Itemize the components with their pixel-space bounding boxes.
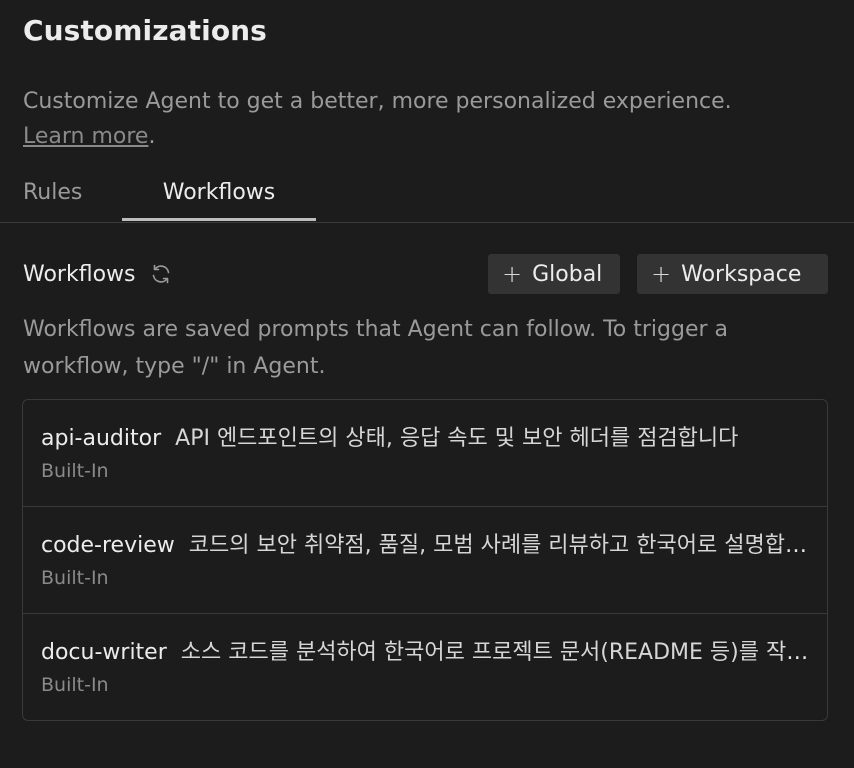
add-global-workflow-button[interactable]: + Global bbox=[488, 254, 620, 294]
workflow-item-api-auditor[interactable]: api-auditor API 엔드포인트의 상태, 응답 속도 및 보안 헤더를… bbox=[23, 400, 827, 507]
workflow-description: API 엔드포인트의 상태, 응답 속도 및 보안 헤더를 점검합니다 bbox=[175, 426, 739, 451]
plus-icon: + bbox=[502, 260, 523, 288]
section-title: Workflows bbox=[23, 261, 136, 287]
workflows-section-header: Workflows bbox=[23, 254, 173, 294]
workflow-tag: Built-In bbox=[41, 567, 109, 589]
workflow-tag: Built-In bbox=[41, 460, 109, 482]
learn-more-suffix: . bbox=[148, 124, 156, 149]
workflow-item-docu-writer[interactable]: docu-writer 소스 코드를 분석하여 한국어로 프로젝트 문서(READ… bbox=[23, 614, 827, 720]
workflow-description: 코드의 보안 취약점, 품질, 모범 사례를 리뷰하고 한국어로 설명합니다 bbox=[188, 533, 811, 558]
learn-more-link[interactable]: Learn more bbox=[23, 124, 148, 149]
plus-icon: + bbox=[651, 260, 672, 288]
workflow-list: api-auditor API 엔드포인트의 상태, 응답 속도 및 보안 헤더를… bbox=[22, 399, 828, 721]
page-title: Customizations bbox=[23, 14, 267, 47]
add-workspace-workflow-button[interactable]: + Workspace bbox=[637, 254, 828, 294]
subtitle-text: Customize Agent to get a better, more pe… bbox=[23, 89, 732, 114]
workflow-description: 소스 코드를 분석하여 한국어로 프로젝트 문서(README 등)를 작성합니… bbox=[180, 640, 811, 665]
workflow-item-code-review[interactable]: code-review 코드의 보안 취약점, 품질, 모범 사례를 리뷰하고 한… bbox=[23, 507, 827, 614]
workflow-name: code-review bbox=[41, 533, 175, 558]
tab-bar: Rules Workflows bbox=[0, 172, 854, 223]
tab-rules[interactable]: Rules bbox=[23, 180, 82, 205]
page-subtitle: Customize Agent to get a better, more pe… bbox=[23, 84, 833, 154]
refresh-icon[interactable] bbox=[149, 262, 173, 286]
active-tab-indicator bbox=[122, 218, 316, 221]
workflow-name: api-auditor bbox=[41, 426, 162, 451]
workflows-description: Workflows are saved prompts that Agent c… bbox=[23, 317, 729, 379]
global-button-label: Global bbox=[532, 261, 603, 287]
workflow-tag: Built-In bbox=[41, 674, 109, 696]
tab-workflows[interactable]: Workflows bbox=[122, 180, 316, 221]
workflow-name: docu-writer bbox=[41, 640, 167, 665]
workspace-button-label: Workspace bbox=[681, 261, 802, 287]
customizations-panel: Customizations Customize Agent to get a … bbox=[0, 0, 854, 768]
